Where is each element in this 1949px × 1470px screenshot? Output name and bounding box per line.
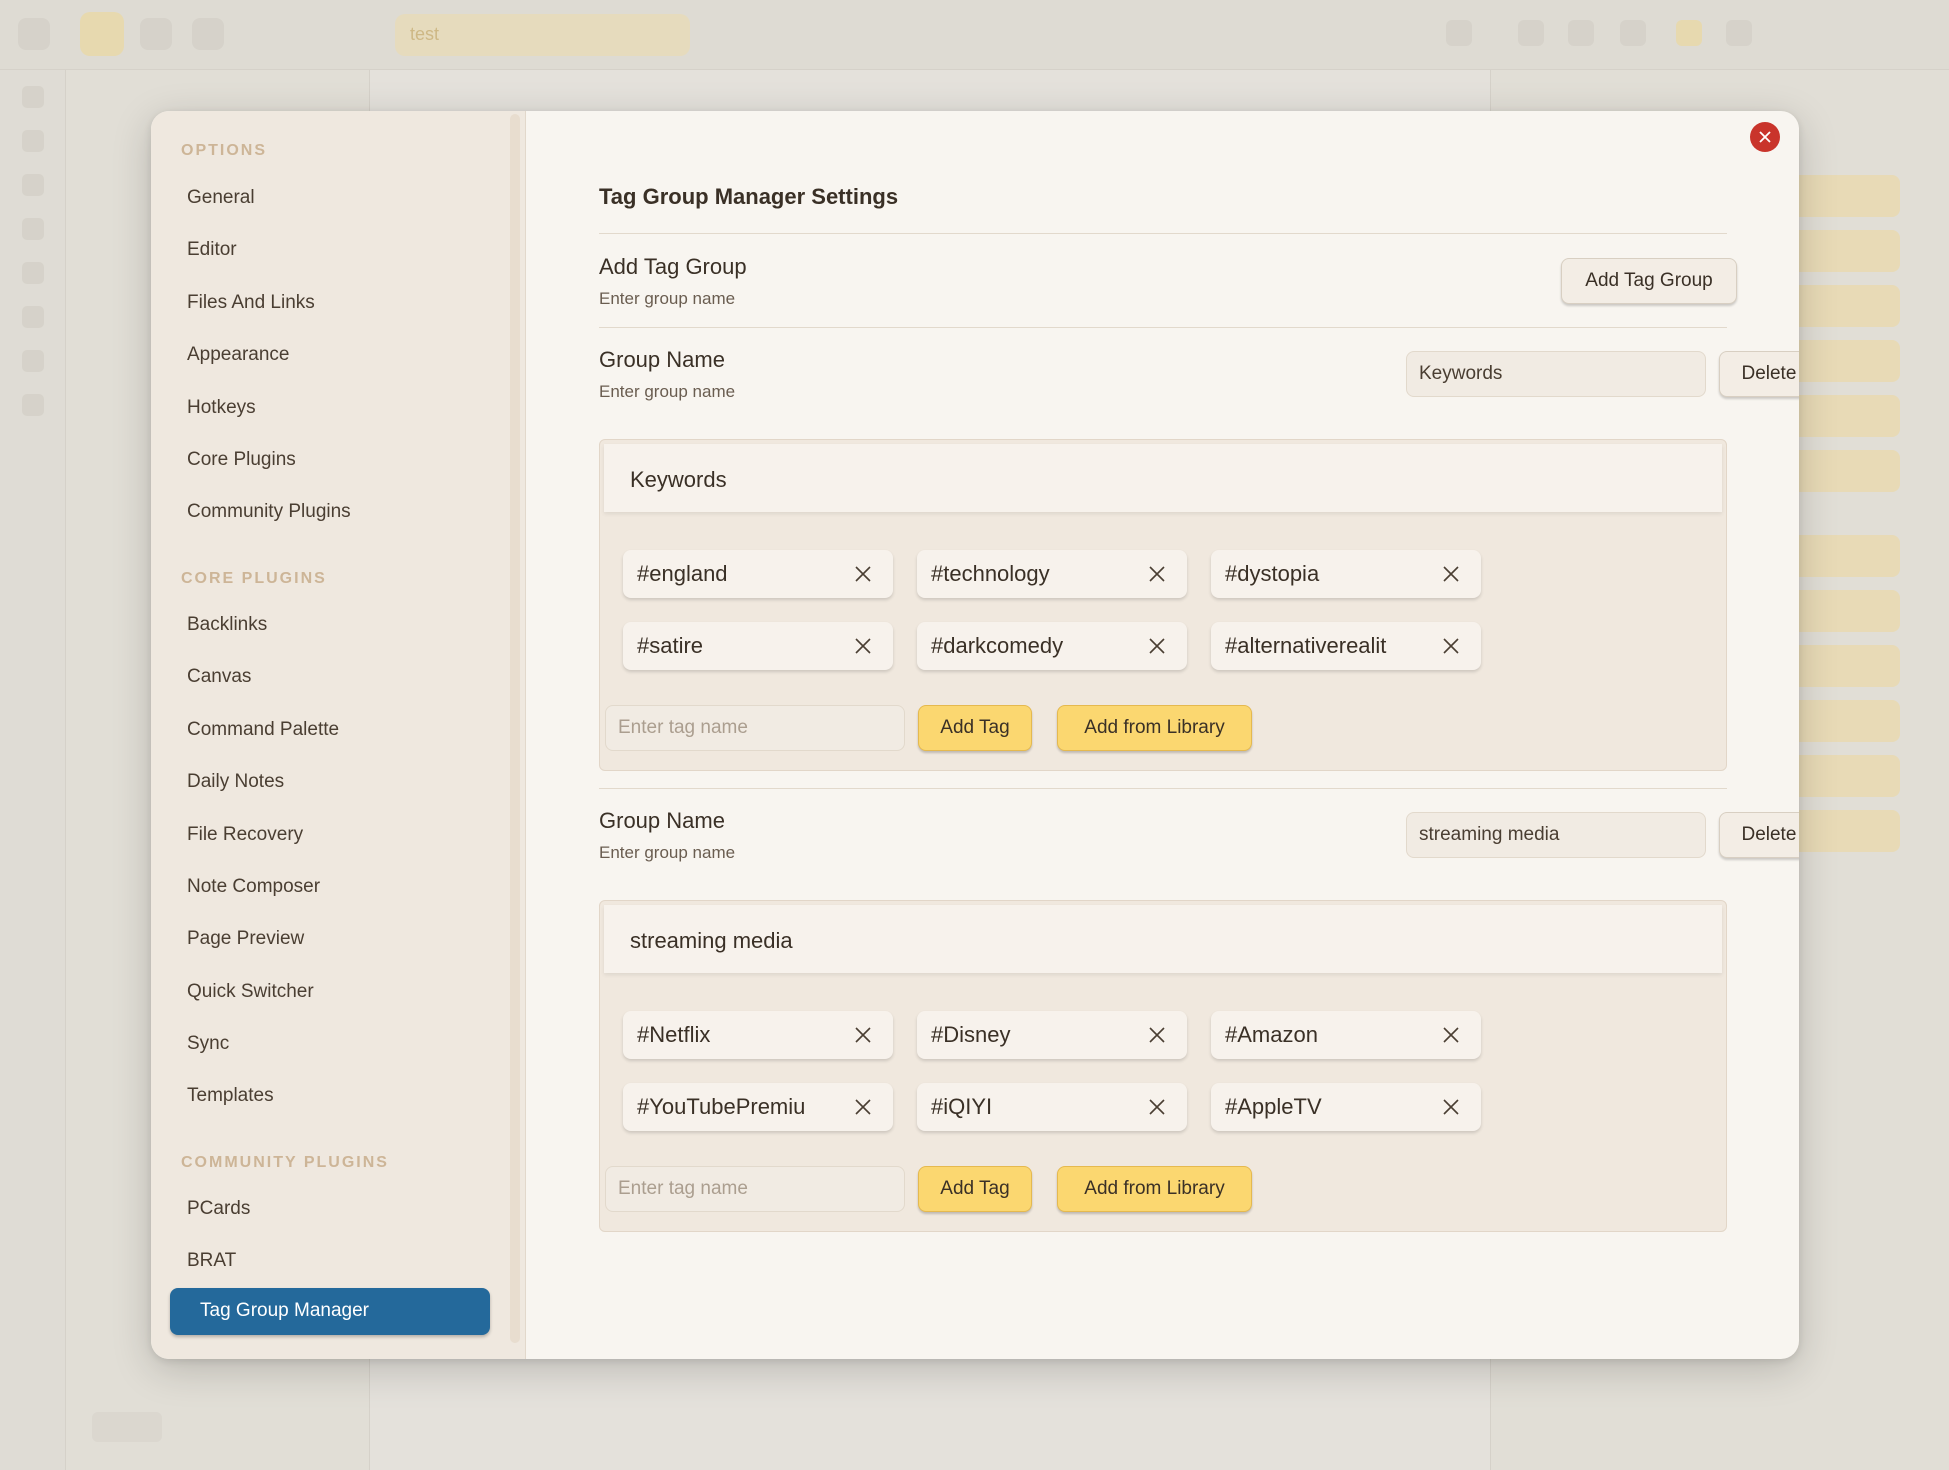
remove-tag-icon[interactable] (1441, 564, 1461, 584)
tag-group-box-2: streaming media #Netflix #Disney #Amazon… (599, 900, 1727, 1232)
tag-label: #YouTubePremiu (637, 1094, 806, 1119)
remove-tag-icon[interactable] (1441, 1025, 1461, 1045)
remove-tag-icon[interactable] (1441, 636, 1461, 656)
sidebar-item-appearance[interactable]: Appearance (187, 344, 289, 366)
tag-chip: #iQIYI (917, 1083, 1187, 1131)
remove-tag-icon[interactable] (853, 1097, 873, 1117)
tag-group-box-1: Keywords #england #technology #dystopia … (599, 439, 1727, 771)
remove-tag-icon[interactable] (853, 636, 873, 656)
close-icon (1759, 131, 1771, 143)
page-title: Tag Group Manager Settings (599, 184, 899, 209)
tag-label: #alternativerealit (1225, 633, 1387, 658)
sidebar-item-general[interactable]: General (187, 187, 255, 209)
sidebar-item-sync[interactable]: Sync (187, 1033, 229, 1055)
setting-desc-add-tag-group: Enter group name (599, 289, 736, 308)
sidebar-item-pcards[interactable]: PCards (187, 1198, 250, 1220)
tag-chip: #dystopia (1211, 550, 1481, 598)
tag-chip: #technology (917, 550, 1187, 598)
sidebar-scrollbar[interactable] (510, 114, 520, 1343)
tag-label: #iQIYI (931, 1094, 993, 1119)
tag-chip: #AppleTV (1211, 1083, 1481, 1131)
add-tag-button-2[interactable]: Add Tag (918, 1166, 1032, 1212)
tag-label: #Disney (931, 1022, 1011, 1047)
sidebar-item-backlinks[interactable]: Backlinks (187, 614, 267, 636)
sidebar-item-brat[interactable]: BRAT (187, 1250, 236, 1272)
tag-label: #satire (637, 633, 704, 658)
add-from-library-button-1[interactable]: Add from Library (1057, 705, 1252, 751)
setting-name-add-tag-group: Add Tag Group (599, 254, 747, 279)
sidebar-item-canvas[interactable]: Canvas (187, 666, 251, 688)
sidebar-item-files-and-links[interactable]: Files And Links (187, 292, 315, 314)
tag-chip: #YouTubePremiu (623, 1083, 893, 1131)
remove-tag-icon[interactable] (853, 1025, 873, 1045)
remove-tag-icon[interactable] (1147, 636, 1167, 656)
close-button[interactable] (1750, 122, 1780, 152)
sidebar-item-community-plugins[interactable]: Community Plugins (187, 501, 351, 523)
tag-label: #england (637, 561, 728, 586)
sidebar-item-page-preview[interactable]: Page Preview (187, 928, 304, 950)
sidebar-item-daily-notes[interactable]: Daily Notes (187, 771, 284, 793)
sidebar-item-quick-switcher[interactable]: Quick Switcher (187, 981, 314, 1003)
delete-group-button-2[interactable]: Delete Group (1719, 812, 1799, 858)
tag-name-input-2[interactable] (605, 1166, 905, 1212)
settings-sidebar: OPTIONS General Editor Files And Links A… (151, 111, 526, 1359)
add-from-library-button-2[interactable]: Add from Library (1057, 1166, 1252, 1212)
tag-label: #dystopia (1225, 561, 1320, 586)
setting-name-group-1: Group Name (599, 347, 725, 372)
sidebar-item-command-palette[interactable]: Command Palette (187, 719, 339, 741)
divider (599, 327, 1727, 328)
settings-modal: OPTIONS General Editor Files And Links A… (151, 111, 1799, 1359)
tag-name-input-1[interactable] (605, 705, 905, 751)
remove-tag-icon[interactable] (853, 564, 873, 584)
divider (599, 788, 1727, 789)
sidebar-item-editor[interactable]: Editor (187, 239, 237, 261)
tag-chip: #Netflix (623, 1011, 893, 1059)
sidebar-heading-options: OPTIONS (181, 142, 268, 159)
sidebar-item-note-composer[interactable]: Note Composer (187, 876, 320, 898)
sidebar-item-templates[interactable]: Templates (187, 1085, 274, 1107)
tag-chip: #alternativerealit (1211, 622, 1481, 670)
remove-tag-icon[interactable] (1441, 1097, 1461, 1117)
divider (599, 233, 1727, 234)
tag-chip: #Amazon (1211, 1011, 1481, 1059)
tag-label: #Amazon (1225, 1022, 1318, 1047)
tag-label: #darkcomedy (931, 633, 1064, 658)
delete-group-button-1[interactable]: Delete Group (1719, 351, 1799, 397)
tag-chip: #darkcomedy (917, 622, 1187, 670)
group-name-input-2[interactable] (1406, 812, 1706, 858)
settings-content: Tag Group Manager Settings Add Tag Group… (527, 111, 1799, 1359)
tag-label: #AppleTV (1225, 1094, 1322, 1119)
sidebar-heading-community-plugins: COMMUNITY PLUGINS (181, 1154, 389, 1171)
sidebar-item-tag-group-manager[interactable]: Tag Group Manager (170, 1288, 490, 1335)
tag-chip: #Disney (917, 1011, 1187, 1059)
sidebar-item-core-plugins[interactable]: Core Plugins (187, 449, 296, 471)
add-tag-group-button[interactable]: Add Tag Group (1561, 258, 1737, 304)
tag-label: #technology (931, 561, 1050, 586)
tag-label: #Netflix (637, 1022, 711, 1047)
sidebar-item-hotkeys[interactable]: Hotkeys (187, 397, 256, 419)
tag-chip: #satire (623, 622, 893, 670)
tag-group-header-1: Keywords (604, 444, 1722, 512)
remove-tag-icon[interactable] (1147, 1025, 1167, 1045)
group-name-input-1[interactable] (1406, 351, 1706, 397)
remove-tag-icon[interactable] (1147, 1097, 1167, 1117)
tag-group-header-2: streaming media (604, 905, 1722, 973)
remove-tag-icon[interactable] (1147, 564, 1167, 584)
setting-desc-group-1: Enter group name (599, 382, 736, 401)
tag-chip: #england (623, 550, 893, 598)
setting-desc-group-2: Enter group name (599, 843, 736, 862)
setting-name-group-2: Group Name (599, 808, 725, 833)
sidebar-item-file-recovery[interactable]: File Recovery (187, 824, 303, 846)
add-tag-button-1[interactable]: Add Tag (918, 705, 1032, 751)
sidebar-heading-core-plugins: CORE PLUGINS (181, 570, 327, 587)
